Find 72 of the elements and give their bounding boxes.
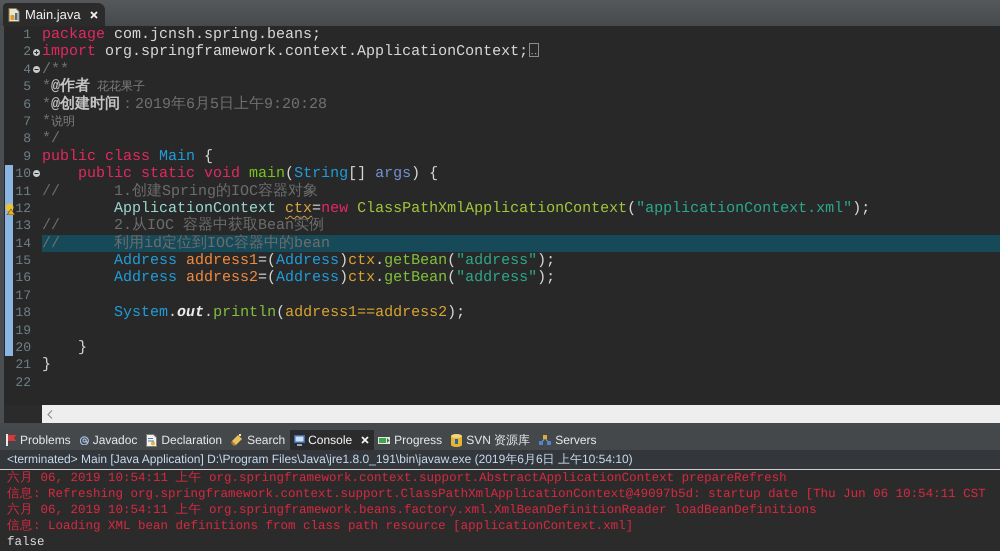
code-line: // 2.从IOC 容器中获取Bean实例 — [42, 217, 324, 234]
line-number: 9 — [22, 148, 31, 166]
line-number: 16 — [15, 269, 31, 287]
panel-tab[interactable]: SVN 资源库 — [447, 430, 536, 450]
file-icon — [8, 8, 20, 22]
code-line: public static void main(String[] args) { — [78, 165, 438, 182]
code-line: // 利用id定位到IOC容器中的bean — [42, 234, 330, 252]
code-line: } — [42, 356, 52, 374]
line-number: 14 — [15, 234, 31, 252]
line-number: 15 — [15, 252, 31, 270]
line-number: 18 — [15, 304, 31, 322]
code-line: public class Main { — [42, 148, 214, 165]
console-line: 六月 06, 2019 10:54:11 上午 org.springframework.beans.factory.xml.XmlBeanDefinitionReader loadBeanDefinitions — [7, 503, 817, 517]
panel-tab[interactable]: Javadoc — [76, 430, 142, 450]
progress-bar-icon — [378, 436, 390, 444]
document-icon — [146, 434, 158, 446]
horizontal-scrollbar[interactable] — [42, 405, 1000, 423]
line-number: 21 — [15, 356, 31, 374]
console-line: false — [7, 535, 45, 549]
code-line: // 1.创建Spring的IOC容器对象 — [42, 182, 318, 200]
panel-tab[interactable]: Declaration — [142, 430, 228, 450]
flashlight-icon — [231, 434, 244, 446]
plus-circle-icon[interactable] — [33, 48, 40, 56]
at-sign-icon — [80, 436, 89, 444]
code-line: ApplicationContext ctx=new ClassPathXmlApplicationContext("applicationContext.xml"); — [114, 200, 870, 217]
panel-tab[interactable]: Progress — [374, 430, 448, 450]
code-line: } — [78, 339, 88, 356]
code-line: *@创建时间：2019年6月5日上午9:20:28 — [42, 96, 328, 113]
line-number: 13 — [15, 217, 31, 235]
close-icon[interactable] — [90, 10, 98, 18]
minus-circle-icon[interactable] — [33, 170, 40, 178]
line-number: 4 — [22, 60, 31, 78]
line-number: 6 — [22, 96, 31, 113]
code-line: System.out.println(address1==address2); — [114, 304, 466, 322]
code-line: import org.springframework.context.ApplicationContext; — [42, 43, 528, 60]
line-number: 19 — [15, 322, 31, 340]
console-line: 信息: Refreshing org.springframework.context.support.ClassPathXmlApplicationContext@49097b5d: startup date [Thu Jun 06 10:54:11 CST — [7, 487, 986, 501]
editor-tab[interactable]: Main.java — [3, 3, 105, 26]
line-number: 12 — [15, 200, 31, 218]
flag-icon — [6, 434, 16, 446]
code-line: Address address1=(Address)ctx.getBean("address"); — [114, 252, 556, 270]
line-number: 22 — [15, 374, 31, 392]
monitor-icon — [294, 434, 306, 446]
line-number: 17 — [15, 286, 31, 304]
warning-icon[interactable] — [5, 202, 15, 215]
line-number: 5 — [22, 78, 31, 96]
code-line: Address address2=(Address)ctx.getBean("address"); — [114, 269, 556, 286]
panel-tab[interactable]: Search — [227, 430, 290, 450]
line-number: 2 — [22, 43, 31, 61]
line-number: 10 — [15, 165, 31, 183]
line-number: 1 — [22, 26, 31, 44]
console-line: 信息: Loading XML bean definitions from class path resource [applicationContext.xml] — [7, 519, 634, 533]
code-line: /** — [42, 60, 70, 78]
line-number: 8 — [22, 130, 31, 148]
line-number: 11 — [15, 182, 31, 200]
minus-circle-icon[interactable] — [33, 66, 40, 73]
panel-tab[interactable]: Problems — [2, 430, 76, 450]
chevron-left-icon[interactable] — [47, 410, 53, 418]
code-line: */ — [42, 130, 60, 148]
panel-tab[interactable]: Console — [290, 430, 374, 450]
close-icon[interactable] — [361, 436, 370, 444]
console-line: 六月 06, 2019 10:54:11 上午 org.springframework.context.support.AbstractApplicationContext prepareRefresh — [7, 471, 787, 485]
network-icon — [539, 435, 552, 445]
line-number: 20 — [15, 339, 31, 356]
code-line: *@作者 花花果子 — [42, 78, 146, 96]
ellipsis-box-icon[interactable] — [529, 43, 540, 58]
database-icon — [451, 434, 462, 446]
process-status: <terminated> Main [Java Application] D:\Program Files\Java\jre1.8.0_191\bin\javaw.exe (2019年6月6日 上午10:54:10) — [7, 452, 633, 466]
line-number: 7 — [22, 112, 31, 130]
code-line: package com.jcnsh.spring.beans; — [42, 26, 322, 43]
code-line: *说明 — [42, 112, 76, 130]
panel-tab[interactable]: Servers — [535, 430, 602, 450]
